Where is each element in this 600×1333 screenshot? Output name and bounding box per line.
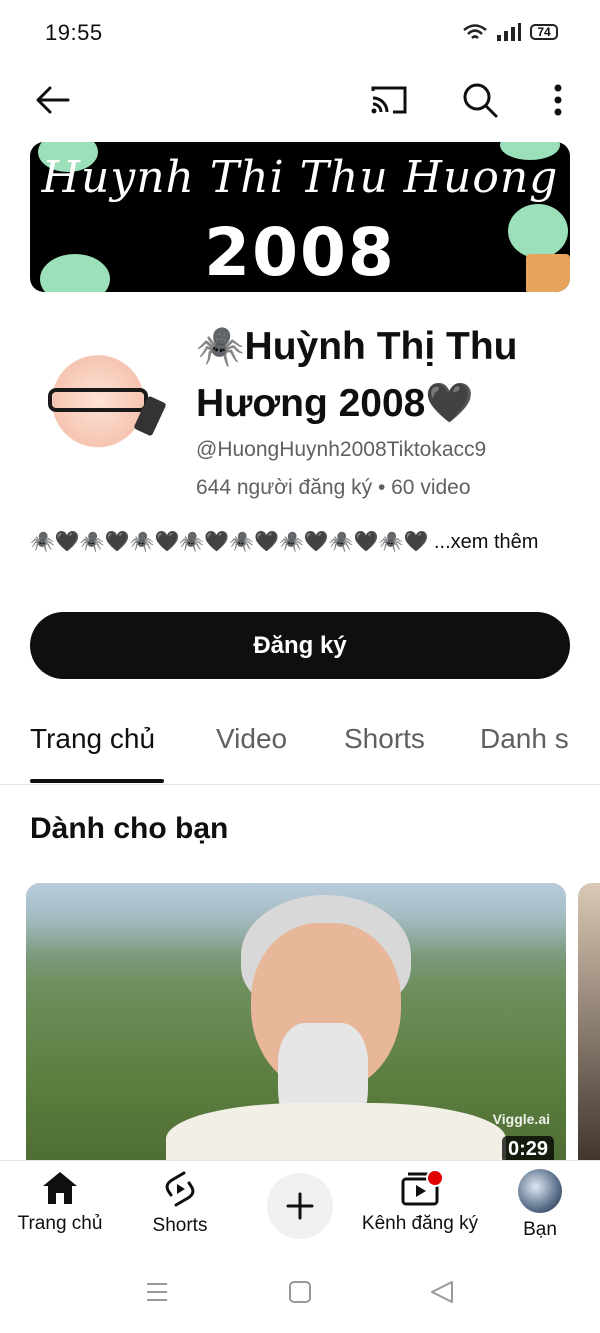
subscribe-button[interactable]: Đăng ký [30,612,570,679]
nav-shorts-label: Shorts [152,1215,208,1236]
channel-name: 🕷️Huỳnh Thị Thu Hương 2008🖤 [196,325,518,425]
avatar-glasses [48,388,148,412]
section-title: Dành cho bạn [30,812,229,845]
channel-avatar[interactable] [30,340,166,476]
cast-icon[interactable] [367,78,411,122]
tab-videos[interactable]: Video [216,723,287,755]
bottom-navigation: Trang chủ Shorts Kênh đăng ký Bạn [0,1160,600,1257]
home-square-icon[interactable] [288,1280,312,1304]
channel-stats: 644 người đăng ký • 60 video [196,476,471,499]
back-triangle-icon[interactable] [430,1280,454,1304]
next-video-thumbnail[interactable] [578,883,600,1173]
signal-icon [497,23,521,41]
banner-script-text: Huynh Thi Thu Huong [41,152,559,203]
recents-icon[interactable] [145,1280,169,1304]
video-watermark: Viggle.ai [492,1111,550,1127]
battery-icon: 74 [530,24,558,40]
tab-home[interactable]: Trang chủ [30,723,155,755]
search-icon[interactable] [458,78,502,122]
nav-home-label: Trang chủ [17,1213,103,1234]
back-arrow-icon[interactable] [30,78,74,122]
notification-dot [426,1169,444,1187]
video-duration: 0:29 [501,1136,554,1163]
channel-handle: @HuongHuynh2008Tiktokacc9 [196,438,487,461]
channel-description[interactable]: 🕷️🖤🕷️🖤🕷️🖤🕷️🖤🕷️🖤🕷️🖤🕷️🖤🕷️🖤 ...xem thêm [30,528,570,557]
video-thumbnail[interactable]: Viggle.ai 0:29 [26,883,566,1173]
nav-you-label: Bạn [523,1219,557,1240]
nav-subscriptions[interactable]: Kênh đăng ký [360,1169,480,1235]
nav-home[interactable]: Trang chủ [0,1169,120,1235]
shorts-icon [165,1171,195,1207]
status-time: 19:55 [45,20,103,45]
more-vert-icon[interactable] [538,78,578,122]
nav-subscriptions-label: Kênh đăng ký [361,1213,479,1234]
tab-playlists[interactable]: Danh s [480,723,569,755]
tab-shorts[interactable]: Shorts [344,723,425,755]
wifi-icon [463,24,487,39]
nav-shorts[interactable]: Shorts [120,1169,240,1237]
channel-tabs: Trang chủ Video Shorts Danh s [0,708,600,785]
top-app-bar [0,66,600,136]
status-bar: 19:55 74 [0,0,600,66]
status-icons: 74 [462,22,558,42]
avatar-icon [518,1169,562,1213]
channel-banner: Huynh Thi Thu Huong 2008 [30,142,570,292]
nav-you[interactable]: Bạn [480,1169,600,1241]
banner-year: 2008 [204,214,396,291]
system-navigation [0,1256,600,1333]
create-button[interactable] [267,1173,333,1239]
active-tab-indicator [30,779,164,783]
create-plus-icon [286,1192,314,1220]
home-icon [43,1172,77,1204]
